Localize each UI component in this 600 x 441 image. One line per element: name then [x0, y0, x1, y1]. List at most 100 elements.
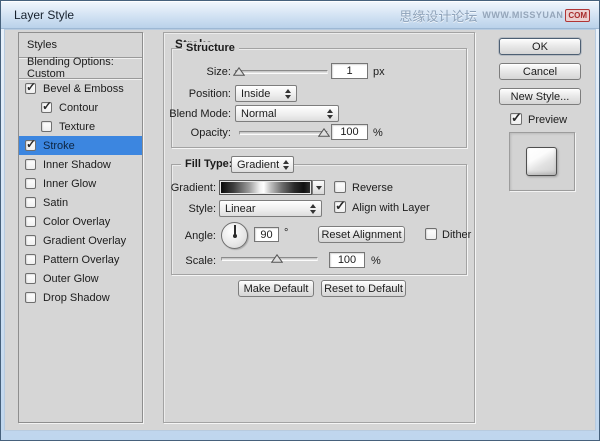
opacity-input[interactable]: 100: [331, 124, 368, 140]
sidebar-item-stroke[interactable]: ✓ Stroke: [19, 136, 142, 155]
angle-dial[interactable]: [221, 222, 248, 249]
style-checkbox[interactable]: ✓: [25, 292, 36, 303]
sidebar-item-label: Bevel & Emboss: [43, 82, 124, 95]
sidebar-item-label: Satin: [43, 196, 69, 209]
dialog-title: Layer Style: [14, 7, 75, 22]
opacity-slider-track: [239, 131, 328, 135]
opacity-label: Opacity:: [190, 127, 231, 139]
style-select[interactable]: Linear: [219, 200, 322, 217]
sidebar-item-label: Contour: [59, 101, 99, 114]
ok-button[interactable]: OK: [499, 38, 581, 55]
sidebar-item-label: Inner Shadow: [43, 158, 111, 171]
size-slider-track: [235, 70, 328, 74]
style-checkbox[interactable]: ✓: [25, 159, 36, 170]
reset-to-default-button[interactable]: Reset to Default: [321, 280, 406, 297]
angle-center-dot: [233, 234, 237, 238]
title-bar[interactable]: Layer Style 思缘设计论坛 www.missyuan COM: [1, 1, 599, 29]
gradient-preview[interactable]: [219, 180, 312, 195]
angle-unit: °: [284, 227, 289, 239]
sidebar-item-gradient-overlay[interactable]: ✓ Gradient Overlay: [19, 231, 142, 250]
style-checkbox[interactable]: ✓: [41, 121, 52, 132]
spinner-icon: [323, 108, 333, 119]
fill-type-select[interactable]: Gradient: [231, 156, 294, 173]
preview-label: Preview: [528, 114, 568, 126]
sidebar-item-color-overlay[interactable]: ✓ Color Overlay: [19, 212, 142, 231]
style-checkbox[interactable]: ✓: [25, 216, 36, 227]
styles-sidebar: Styles Blending Options: Custom ✓ Bevel …: [18, 32, 143, 423]
structure-legend: Structure: [182, 42, 239, 54]
gradient-picker-button[interactable]: [312, 180, 325, 195]
spinner-icon: [306, 203, 316, 214]
scale-input[interactable]: 100: [329, 252, 365, 268]
size-slider[interactable]: [232, 66, 328, 79]
gradient-label: Gradient:: [170, 182, 216, 194]
check-icon: ✓: [26, 80, 37, 94]
new-style-button[interactable]: New Style...: [499, 88, 581, 105]
sidebar-item-label: Drop Shadow: [43, 291, 110, 304]
style-checkbox[interactable]: ✓: [25, 178, 36, 189]
style-checkbox[interactable]: ✓: [25, 80, 37, 94]
chevron-down-icon: [315, 185, 322, 190]
slider-thumb-icon: [232, 66, 245, 76]
sidebar-item-label: Texture: [59, 120, 96, 133]
sidebar-item-outer-glow[interactable]: ✓ Outer Glow: [19, 269, 142, 288]
check-icon: ✓: [335, 198, 346, 213]
style-checkbox[interactable]: ✓: [25, 254, 36, 265]
opacity-slider[interactable]: [239, 127, 331, 140]
sidebar-item-satin[interactable]: ✓ Satin: [19, 193, 142, 212]
fill-type-legend: Fill Type:: [181, 158, 237, 170]
preview-shape: [526, 147, 557, 176]
position-value: Inside: [241, 87, 271, 100]
align-with-layer-label: Align with Layer: [352, 202, 430, 214]
size-unit: px: [373, 66, 385, 78]
preview-checkbox[interactable]: ✓: [510, 110, 522, 125]
check-icon: ✓: [511, 110, 522, 125]
sidebar-item-drop-shadow[interactable]: ✓ Drop Shadow: [19, 288, 142, 307]
opacity-slider-thumb[interactable]: [318, 127, 331, 140]
sidebar-item-pattern-overlay[interactable]: ✓ Pattern Overlay: [19, 250, 142, 269]
size-input[interactable]: 1: [331, 63, 368, 79]
scale-label: Scale:: [185, 255, 216, 267]
style-checkbox[interactable]: ✓: [41, 99, 53, 113]
watermark-badge: COM: [565, 8, 590, 22]
scale-slider[interactable]: [221, 253, 318, 266]
dither-checkbox[interactable]: ✓: [425, 228, 437, 240]
position-label: Position:: [188, 88, 231, 100]
sidebar-item-label: Stroke: [43, 139, 75, 152]
angle-label: Angle:: [184, 230, 216, 242]
cancel-button[interactable]: Cancel: [499, 63, 581, 80]
size-label: Size:: [206, 66, 231, 78]
style-checkbox[interactable]: ✓: [25, 273, 36, 284]
blend-mode-label: Blend Mode:: [169, 108, 231, 120]
blend-mode-select[interactable]: Normal: [235, 105, 339, 122]
style-checkbox[interactable]: ✓: [25, 197, 36, 208]
sidebar-item-contour[interactable]: ✓ Contour: [19, 98, 142, 117]
check-icon: ✓: [26, 137, 37, 151]
style-label: Style:: [188, 203, 216, 215]
scale-unit: %: [371, 255, 381, 267]
sidebar-item-texture[interactable]: ✓ Texture: [19, 117, 142, 136]
sidebar-item-inner-glow[interactable]: ✓ Inner Glow: [19, 174, 142, 193]
styles-list: ✓ Bevel & Emboss ✓ Contour ✓ Texture ✓ S…: [19, 79, 142, 307]
sidebar-item-bevel-emboss[interactable]: ✓ Bevel & Emboss: [19, 79, 142, 98]
sidebar-item-label: Gradient Overlay: [43, 234, 127, 247]
reset-alignment-button[interactable]: Reset Alignment: [318, 226, 405, 243]
watermark: 思缘设计论坛 www.missyuan COM: [399, 1, 590, 29]
slider-thumb-icon: [270, 253, 284, 263]
scale-slider-thumb[interactable]: [270, 253, 284, 266]
sidebar-item-label: Color Overlay: [43, 215, 111, 228]
size-slider-thumb[interactable]: [232, 66, 245, 79]
sidebar-item-blending-options[interactable]: Blending Options: Custom: [19, 56, 142, 80]
style-checkbox[interactable]: ✓: [25, 235, 36, 246]
spinner-icon: [279, 159, 290, 170]
reverse-checkbox[interactable]: ✓: [334, 181, 346, 193]
scale-slider-track: [221, 257, 318, 261]
sidebar-item-inner-shadow[interactable]: ✓ Inner Shadow: [19, 155, 142, 174]
angle-input[interactable]: 90: [254, 227, 279, 242]
style-checkbox[interactable]: ✓: [25, 137, 37, 151]
align-with-layer-checkbox[interactable]: ✓: [334, 198, 346, 213]
make-default-button[interactable]: Make Default: [238, 280, 314, 297]
position-select[interactable]: Inside: [235, 85, 297, 102]
check-icon: ✓: [42, 99, 53, 113]
sidebar-item-label: Pattern Overlay: [43, 253, 120, 266]
